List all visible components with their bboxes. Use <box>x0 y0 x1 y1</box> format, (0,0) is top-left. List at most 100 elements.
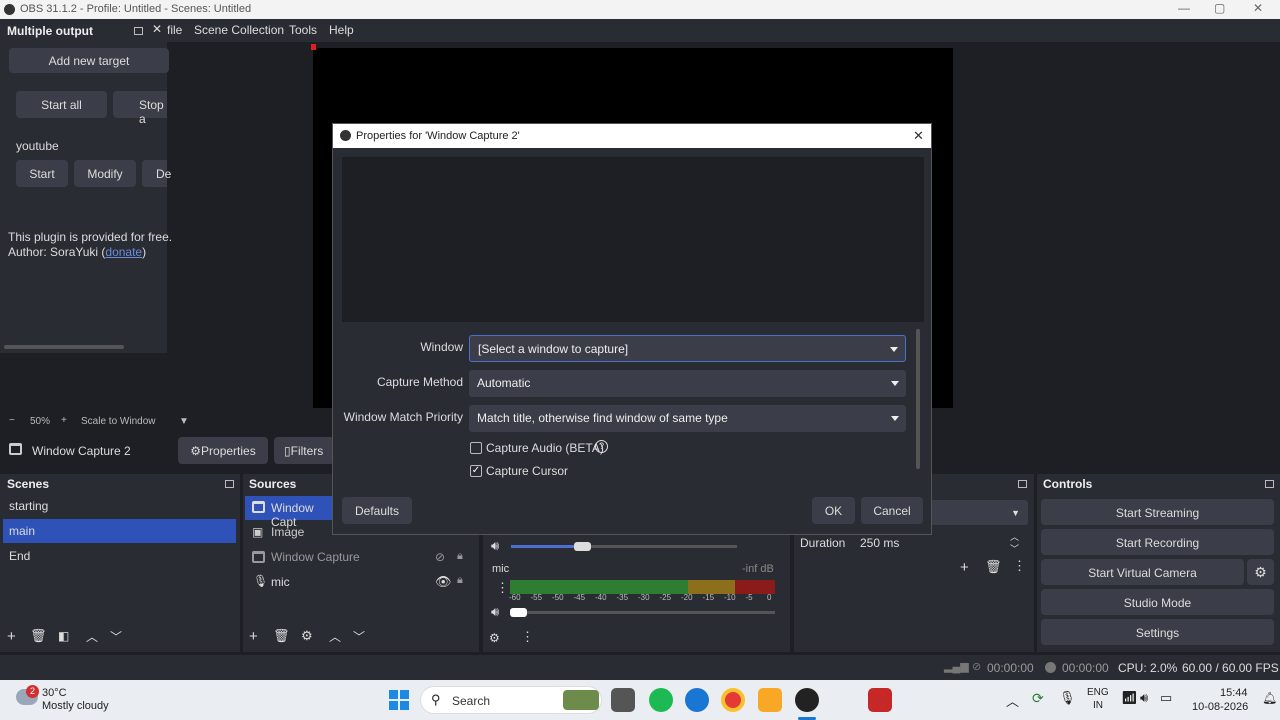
clock-date[interactable]: 10-08-2026 <box>1192 701 1248 713</box>
capture-method-select[interactable]: Automatic <box>469 370 906 397</box>
target-delete-button[interactable]: De <box>142 160 171 187</box>
hidden-eye-icon[interactable]: ⊘ <box>435 550 445 564</box>
start-streaming-button[interactable]: Start Streaming <box>1041 499 1274 525</box>
speaker-icon[interactable]: 🔊︎ <box>491 538 499 554</box>
sync-icon[interactable]: ⟳ <box>1032 690 1044 707</box>
speaker-icon[interactable]: 🔊︎ <box>491 604 499 620</box>
menu-scene-collection[interactable]: Scene Collection <box>194 23 284 37</box>
transition-menu-icon[interactable]: ⋮ <box>1013 558 1026 574</box>
add-icon[interactable]: + <box>960 559 969 576</box>
maximize-button[interactable]: ▢ <box>1214 1 1225 15</box>
move-down-icon[interactable]: ﹀ <box>353 628 365 645</box>
help-icon[interactable]: ? <box>595 440 608 453</box>
start-recording-button[interactable]: Start Recording <box>1041 529 1274 555</box>
add-new-target-button[interactable]: Add new target <box>9 48 169 73</box>
defaults-button[interactable]: Defaults <box>342 497 412 524</box>
stop-all-button[interactable]: Stop a <box>113 91 167 126</box>
trash-icon[interactable]: 🗑 <box>985 559 1002 575</box>
search-label: Search <box>452 694 491 708</box>
donate-link[interactable]: donate <box>105 245 142 259</box>
scene-item[interactable]: End <box>3 544 236 568</box>
zoom-in-button[interactable]: + <box>61 415 67 426</box>
lock-icon[interactable]: 🔒︎ <box>457 574 463 587</box>
scale-mode[interactable]: Scale to Window <box>81 416 155 427</box>
clock-time[interactable]: 15:44 <box>1220 687 1248 699</box>
scene-item[interactable]: main <box>3 519 236 543</box>
taskbar-search[interactable]: ⚲ Search <box>420 686 602 714</box>
properties-button[interactable]: ⚙Properties <box>178 437 268 464</box>
trash-icon[interactable]: 🗑 <box>30 628 47 644</box>
spin-down-icon[interactable]: ﹀ <box>1010 542 1019 555</box>
horizontal-scrollbar[interactable] <box>4 345 124 349</box>
meter-scale-label: -25 <box>659 593 672 602</box>
language-region[interactable]: IN <box>1093 700 1103 711</box>
dock-float-icon[interactable] <box>1265 480 1274 488</box>
ok-button[interactable]: OK <box>812 497 855 524</box>
chevron-down-icon <box>891 416 899 421</box>
filters-button[interactable]: ▯Filters <box>274 437 334 464</box>
zoom-out-button[interactable]: − <box>9 415 15 426</box>
add-icon[interactable]: + <box>7 628 16 645</box>
mic-menu-icon[interactable]: ⋮ <box>496 580 509 596</box>
settings-button[interactable]: Settings <box>1041 619 1274 645</box>
cfs-icon[interactable] <box>868 688 892 712</box>
lock-icon[interactable]: 🔒︎ <box>457 550 463 563</box>
show-hidden-icons-icon[interactable]: ︿ <box>1006 691 1019 710</box>
close-button[interactable]: ✕ <box>1253 1 1263 15</box>
dock-close-icon[interactable]: ✕ <box>152 22 162 36</box>
eye-icon[interactable]: 👁︎ <box>435 574 452 590</box>
volume-icon[interactable]: 🔊︎ <box>1140 690 1148 706</box>
mixer-settings-icon[interactable]: ⚙ <box>489 631 500 645</box>
move-up-icon[interactable]: ︿ <box>329 628 341 645</box>
move-up-icon[interactable]: ︿ <box>86 628 98 645</box>
dock-float-icon[interactable] <box>134 27 143 35</box>
dock-float-icon[interactable] <box>1018 480 1027 488</box>
file-explorer-icon[interactable] <box>758 688 782 712</box>
properties-dialog: Properties for 'Window Capture 2' ✕ Wind… <box>332 123 932 535</box>
move-down-icon[interactable]: ﹀ <box>110 628 122 645</box>
target-start-button[interactable]: Start <box>16 160 68 187</box>
notification-bell-icon[interactable]: 🔔︎ <box>1262 691 1277 705</box>
match-priority-select[interactable]: Match title, otherwise find window of sa… <box>469 405 906 432</box>
menu-help[interactable]: Help <box>329 23 354 37</box>
trash-icon[interactable]: 🗑 <box>273 628 290 644</box>
cancel-button[interactable]: Cancel <box>861 497 923 524</box>
volume-slider-track[interactable] <box>511 611 775 614</box>
language-code[interactable]: ENG <box>1087 687 1109 698</box>
windows-start-icon[interactable] <box>389 690 409 710</box>
edge-icon[interactable] <box>685 688 709 712</box>
mic-tray-icon[interactable]: 🎙︎ <box>1059 690 1076 706</box>
start-all-button[interactable]: Start all <box>16 91 107 118</box>
window-select[interactable]: [Select a window to capture] <box>469 335 906 362</box>
target-modify-button[interactable]: Modify <box>74 160 136 187</box>
studio-mode-button[interactable]: Studio Mode <box>1041 589 1274 615</box>
spotify-icon[interactable] <box>649 688 673 712</box>
add-icon[interactable]: + <box>249 628 258 645</box>
start-virtual-camera-button[interactable]: Start Virtual Camera <box>1041 559 1244 585</box>
wifi-icon[interactable]: 📶︎ <box>1121 690 1138 706</box>
volume-slider-handle[interactable] <box>574 542 591 551</box>
mic-label: mic <box>492 563 510 575</box>
task-view-icon[interactable] <box>611 688 635 712</box>
plugin-info-text: This plugin is provided for free. <box>8 230 173 244</box>
minimize-button[interactable]: — <box>1178 1 1190 15</box>
filter-icon[interactable]: ◧ <box>58 629 69 643</box>
chrome-icon[interactable] <box>721 688 745 712</box>
virtual-camera-gear-icon[interactable]: ⚙ <box>1247 559 1274 585</box>
capture-cursor-checkbox[interactable]: ✓ <box>470 465 482 477</box>
battery-icon[interactable]: ▭ <box>1160 690 1172 706</box>
menu-tools[interactable]: Tools <box>289 23 317 37</box>
dialog-scrollbar[interactable] <box>916 329 920 469</box>
weather-temp: 30°C <box>42 687 67 699</box>
dialog-close-icon[interactable]: ✕ <box>913 128 924 144</box>
scene-item[interactable]: starting <box>3 494 236 518</box>
capture-audio-checkbox[interactable] <box>470 442 482 454</box>
gear-icon[interactable]: ⚙ <box>301 628 313 644</box>
obs-taskbar-icon[interactable] <box>795 688 819 712</box>
volume-slider-track[interactable] <box>577 545 737 548</box>
volume-slider-handle[interactable] <box>510 608 527 617</box>
mixer-menu-icon[interactable]: ⋮ <box>521 629 534 645</box>
dock-float-icon[interactable] <box>225 480 234 488</box>
menu-file[interactable]: file <box>167 23 182 37</box>
chevron-down-icon[interactable]: ▼ <box>179 416 189 427</box>
